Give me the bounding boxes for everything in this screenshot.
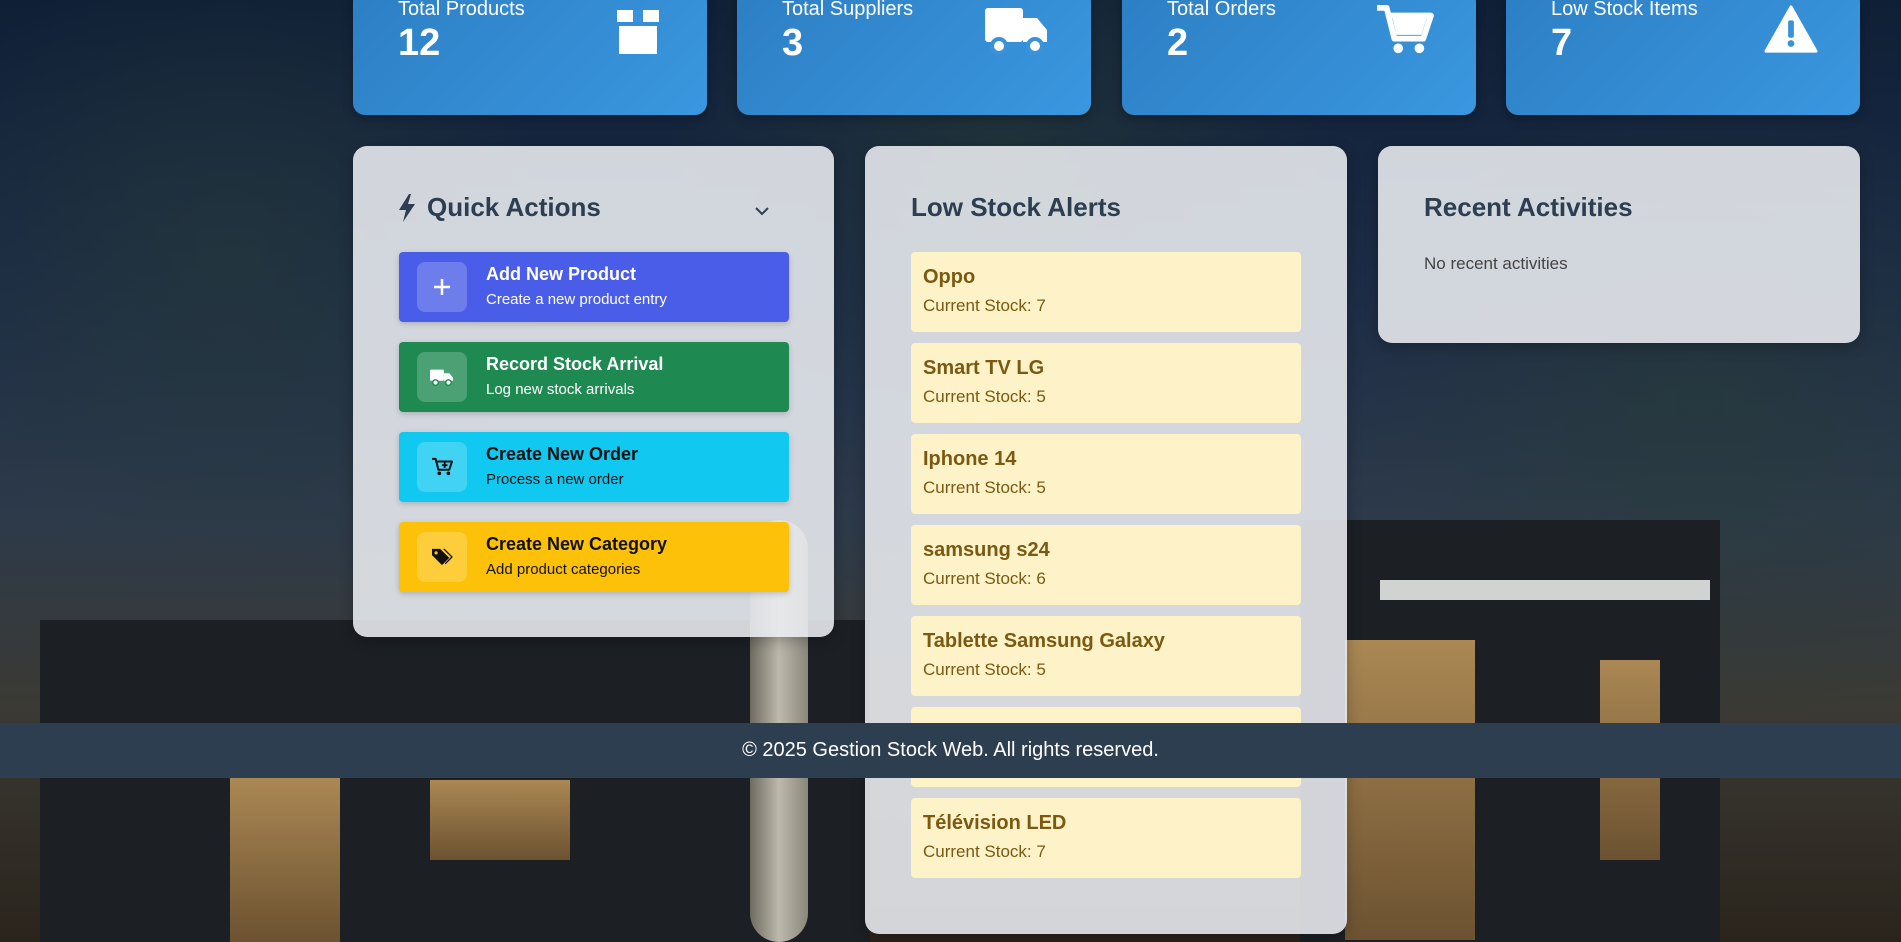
truck-icon [430, 369, 454, 386]
quick-actions-panel: Quick Actions Add New Product Create a n… [353, 146, 834, 637]
product-name: Tablette Samsung Galaxy [923, 630, 1165, 652]
box-icon [617, 10, 659, 54]
stat-card-suppliers: Total Suppliers 3 [737, 0, 1091, 115]
create-new-category-button[interactable]: Create New Category Add product categori… [399, 522, 789, 592]
plus-icon [434, 279, 450, 295]
stock-count: Current Stock: 7 [923, 842, 1046, 861]
product-name: Télévision LED [923, 812, 1067, 834]
qa-title: Create New Order [486, 444, 639, 464]
qa-icon-box [417, 262, 467, 312]
recent-activities-panel: Recent Activities No recent activities [1378, 146, 1860, 343]
footer: © 2025 Gestion Stock Web. All rights res… [0, 723, 1901, 778]
quick-actions-title: Quick Actions [427, 192, 601, 222]
qa-subtitle: Process a new order [486, 471, 624, 488]
bolt-icon [399, 194, 415, 222]
qa-icon-box [417, 532, 467, 582]
qa-title: Add New Product [486, 264, 637, 284]
qa-subtitle: Create a new product entry [486, 291, 667, 308]
product-name: Smart TV LG [923, 357, 1045, 379]
product-name: Iphone 14 [923, 448, 1017, 470]
stat-label: Total Products [398, 0, 525, 20]
low-stock-item[interactable]: Oppo Current Stock: 7 [911, 252, 1301, 332]
product-name: samsung s24 [923, 539, 1050, 561]
stock-count: Current Stock: 7 [923, 296, 1046, 315]
qa-icon-box [417, 442, 467, 492]
qa-subtitle: Add product categories [486, 561, 641, 578]
qa-icon-box [417, 352, 467, 402]
stat-label: Low Stock Items [1551, 0, 1698, 20]
low-stock-item[interactable]: samsung s24 Current Stock: 6 [911, 525, 1301, 605]
footer-text: © 2025 Gestion Stock Web. All rights res… [742, 739, 1159, 761]
record-stock-arrival-button[interactable]: Record Stock Arrival Log new stock arriv… [399, 342, 789, 412]
stock-count: Current Stock: 5 [923, 660, 1046, 679]
stat-card-orders: Total Orders 2 [1122, 0, 1476, 115]
low-stock-item[interactable]: Smart TV LG Current Stock: 5 [911, 343, 1301, 423]
recent-activities-title: Recent Activities [1424, 192, 1633, 222]
stat-value: 2 [1167, 22, 1189, 64]
create-new-order-button[interactable]: Create New Order Process a new order [399, 432, 789, 502]
warning-icon [1764, 5, 1818, 53]
truck-icon [985, 8, 1047, 55]
qa-title: Record Stock Arrival [486, 354, 664, 374]
cart-plus-icon [432, 457, 453, 476]
tags-icon [432, 548, 453, 566]
stat-label: Total Suppliers [782, 0, 914, 20]
stat-value: 3 [782, 22, 804, 64]
add-new-product-button[interactable]: Add New Product Create a new product ent… [399, 252, 789, 322]
low-stock-item[interactable]: Iphone 14 Current Stock: 5 [911, 434, 1301, 514]
cart-icon [1377, 4, 1434, 54]
stat-value: 7 [1551, 22, 1573, 64]
stock-count: Current Stock: 6 [923, 569, 1046, 588]
chevron-down-icon[interactable] [753, 202, 771, 220]
qa-title: Create New Category [486, 534, 668, 554]
stat-value: 12 [398, 22, 441, 64]
recent-activities-empty: No recent activities [1424, 254, 1568, 273]
low-stock-title: Low Stock Alerts [911, 192, 1121, 222]
stat-card-products: Total Products 12 [353, 0, 707, 115]
product-name: Oppo [923, 266, 976, 288]
low-stock-item[interactable]: Tablette Samsung Galaxy Current Stock: 5 [911, 616, 1301, 696]
stat-card-low-stock: Low Stock Items 7 [1506, 0, 1860, 115]
low-stock-item[interactable]: Télévision LED Current Stock: 7 [911, 798, 1301, 878]
stock-count: Current Stock: 5 [923, 387, 1046, 406]
stock-count: Current Stock: 5 [923, 478, 1046, 497]
stat-label: Total Orders [1167, 0, 1276, 20]
qa-subtitle: Log new stock arrivals [486, 381, 635, 398]
low-stock-panel: Low Stock Alerts Oppo Current Stock: 7 S… [865, 146, 1347, 934]
